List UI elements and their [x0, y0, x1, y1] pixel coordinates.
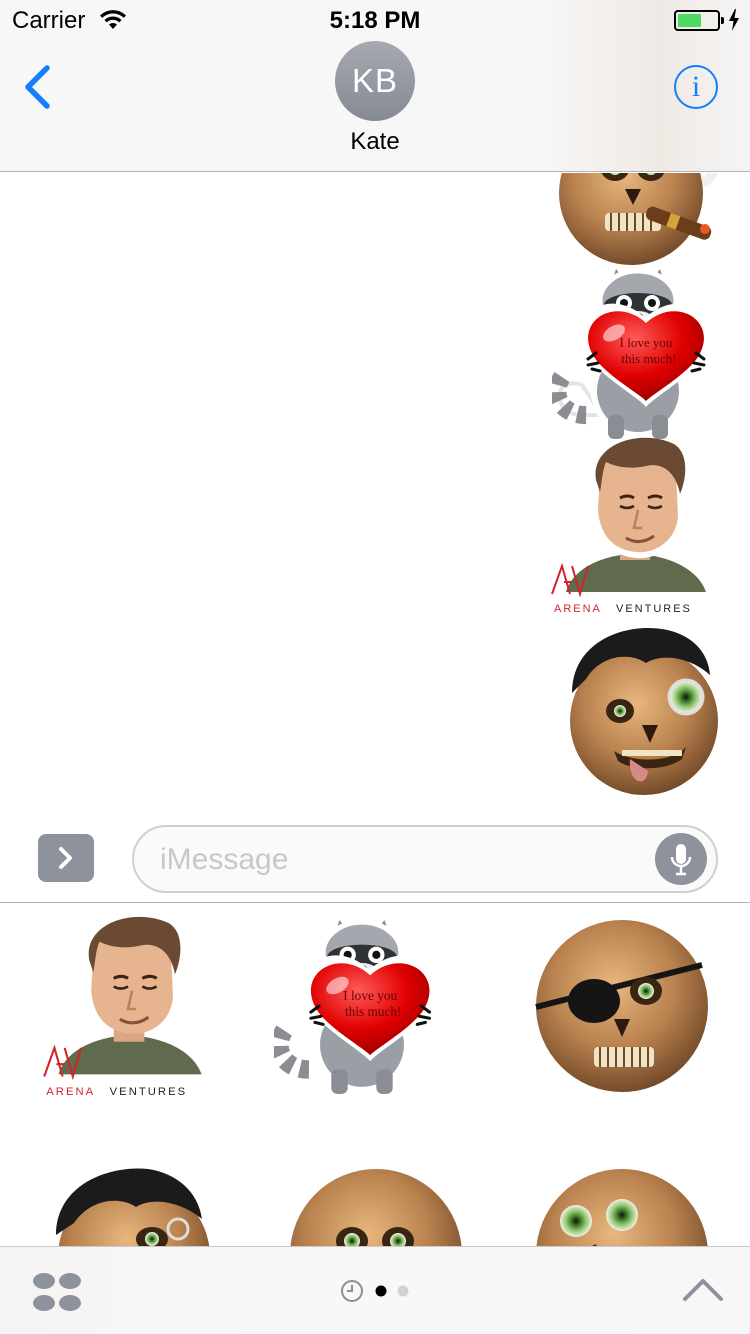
contact-avatar[interactable]: KB — [335, 41, 415, 121]
clock-time: 5:18 PM — [329, 7, 421, 34]
battery-icon — [674, 10, 724, 31]
apps-toggle-button[interactable] — [38, 834, 94, 882]
microphone-icon — [670, 844, 692, 876]
page-dot-active — [375, 1285, 387, 1297]
dictation-button[interactable] — [655, 833, 707, 885]
clock-icon — [341, 1280, 363, 1302]
info-icon: i — [691, 70, 701, 103]
sticker-skull-eyepatch[interactable] — [534, 919, 710, 1093]
chevron-right-icon — [59, 847, 72, 869]
svg-text:ARENA: ARENA — [554, 603, 602, 615]
message-thread[interactable]: I love you this much! ARENA VENTURES — [0, 173, 750, 813]
man-portrait-sticker[interactable]: ARENA VENTURES — [550, 436, 716, 618]
message-input[interactable]: iMessage — [132, 825, 718, 893]
sticker-skull-wide-eyes[interactable] — [534, 1165, 710, 1246]
back-button[interactable] — [20, 62, 60, 112]
svg-text:this much!: this much! — [345, 1004, 402, 1019]
svg-text:ARENA: ARENA — [46, 1086, 95, 1098]
page-indicator[interactable] — [341, 1279, 411, 1303]
battery-fill — [678, 14, 701, 27]
svg-text:I love you: I love you — [343, 988, 397, 1003]
contact-name[interactable]: Kate — [0, 128, 750, 156]
sticker-skull-bulging-eyes[interactable] — [288, 1165, 464, 1246]
sticker-skull-black-hair[interactable] — [52, 1165, 212, 1246]
skull-tongue-sticker[interactable] — [562, 623, 724, 799]
navigation-bar: Carrier 5:18 PM KB Kate i — [0, 0, 750, 172]
svg-text:VENTURES: VENTURES — [110, 1086, 188, 1098]
app-drawer-icon — [33, 1273, 81, 1311]
status-bar: Carrier 5:18 PM — [0, 0, 750, 40]
chevron-left-icon — [25, 65, 50, 109]
bottom-bar — [0, 1246, 750, 1334]
sticker-man-portrait[interactable]: ARENA VENTURES — [42, 915, 212, 1101]
raccoon-heart-sticker[interactable]: I love you this much! — [552, 265, 724, 443]
skull-cigar-sticker[interactable] — [553, 173, 723, 269]
collapse-button[interactable] — [682, 1275, 724, 1303]
sticker-raccoon-heart[interactable]: I love you this much! — [274, 915, 450, 1099]
svg-text:I love you: I love you — [620, 335, 673, 350]
svg-text:this much!: this much! — [621, 351, 676, 366]
message-input-placeholder: iMessage — [160, 843, 289, 876]
info-button[interactable]: i — [674, 65, 718, 109]
sticker-drawer[interactable]: ARENA VENTURES I love you this much! — [0, 902, 750, 1246]
page-dot — [397, 1285, 409, 1297]
app-drawer-button[interactable] — [32, 1272, 82, 1312]
chevron-up-icon — [683, 1279, 723, 1301]
charging-bolt-icon — [729, 9, 739, 31]
svg-text:VENTURES: VENTURES — [616, 603, 692, 615]
